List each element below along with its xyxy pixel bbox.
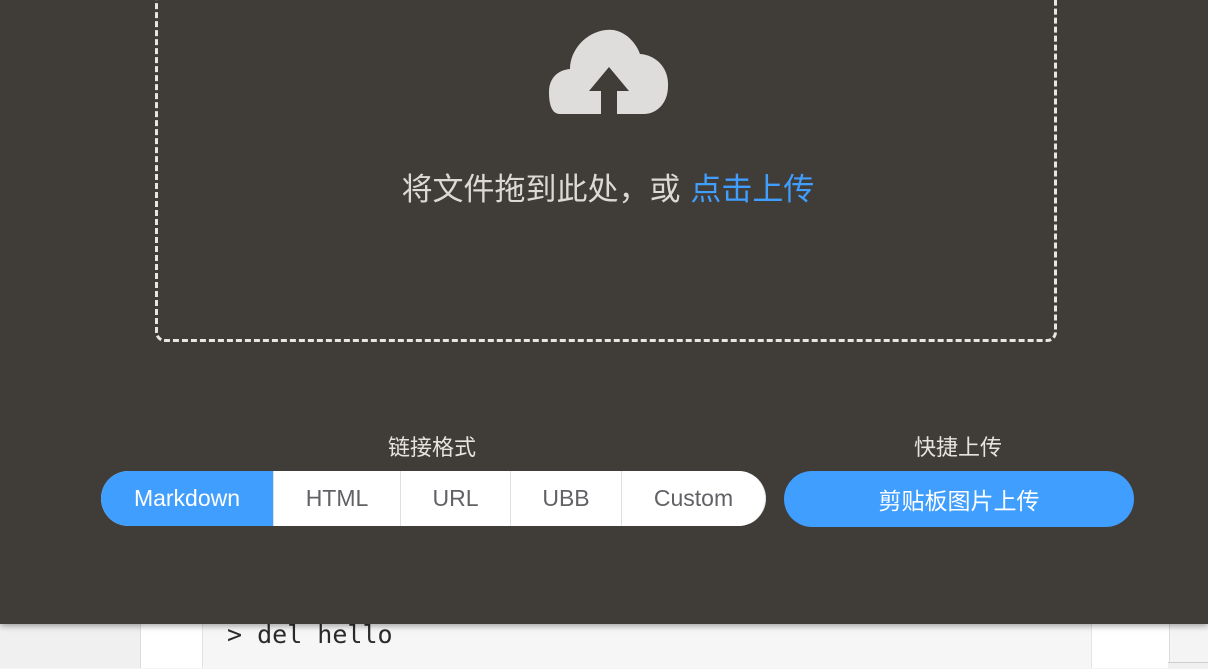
clipboard-upload-button[interactable]: 剪贴板图片上传 — [784, 471, 1134, 527]
format-markdown-button[interactable]: Markdown — [101, 471, 273, 526]
code-block: > del hello — [202, 620, 1092, 668]
format-custom-button[interactable]: Custom — [621, 471, 766, 526]
format-url-button[interactable]: URL — [400, 471, 510, 526]
format-html-button[interactable]: HTML — [273, 471, 400, 526]
background-sidebar — [0, 624, 140, 668]
format-ubb-button[interactable]: UBB — [510, 471, 621, 526]
click-upload-link[interactable]: 点击上传 — [690, 172, 814, 208]
link-format-label: 链接格式 — [387, 436, 476, 461]
link-format-selector: Markdown HTML URL UBB Custom — [101, 471, 766, 526]
code-line: > del hello — [227, 620, 393, 649]
drop-instruction-text: 将文件拖到此处，或 — [401, 172, 681, 208]
quick-upload-label: 快捷上传 — [913, 436, 1002, 461]
cloud-upload-icon[interactable] — [548, 24, 670, 119]
upload-panel: 将文件拖到此处，或 点击上传 链接格式 快捷上传 Markdown HTML U… — [0, 0, 1208, 624]
drop-instruction: 将文件拖到此处，或 点击上传 — [0, 170, 1208, 210]
